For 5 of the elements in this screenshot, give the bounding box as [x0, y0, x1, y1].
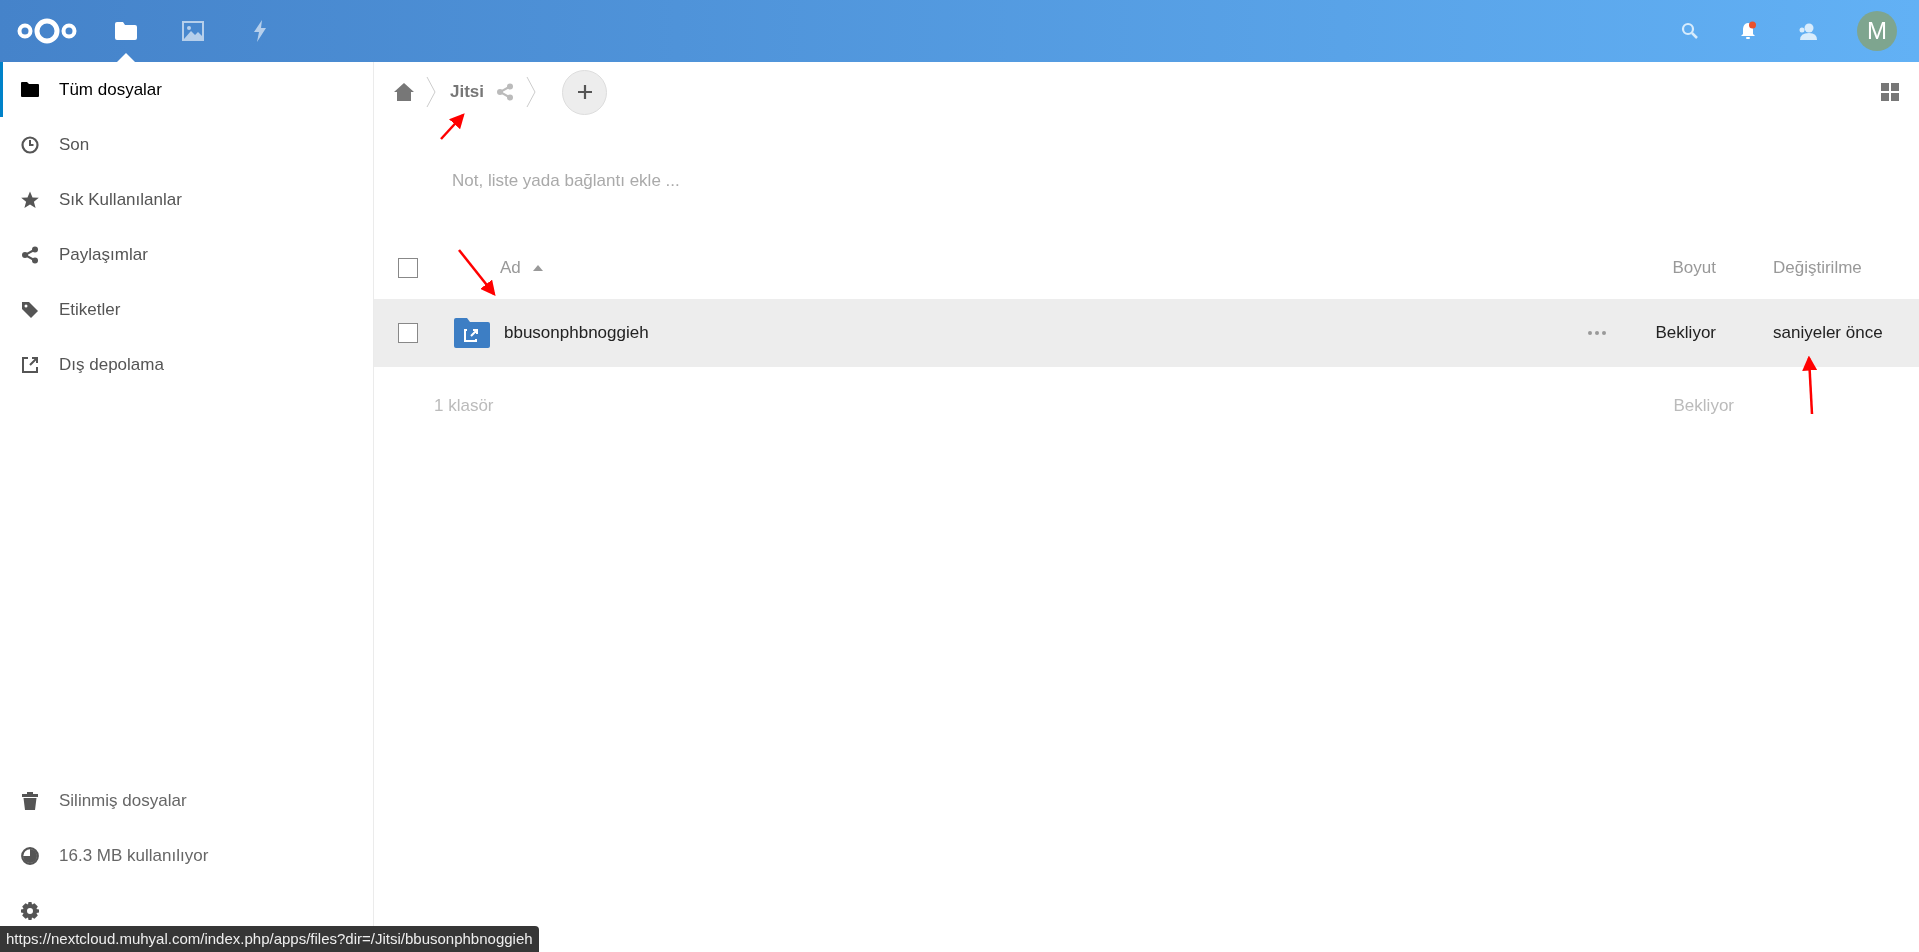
link-url-tooltip: https://nextcloud.muhyal.com/index.php/apps/files?dir=/Jitsi/bbusonphbnoggieh: [0, 926, 539, 952]
folder-count: 1 klasör: [433, 395, 494, 418]
table-cell-text: Bekliyor: [1672, 395, 1734, 418]
table-cell-text: saniyeler önce: [1772, 322, 1884, 345]
table-cell-text: Bekliyor: [1654, 322, 1716, 345]
